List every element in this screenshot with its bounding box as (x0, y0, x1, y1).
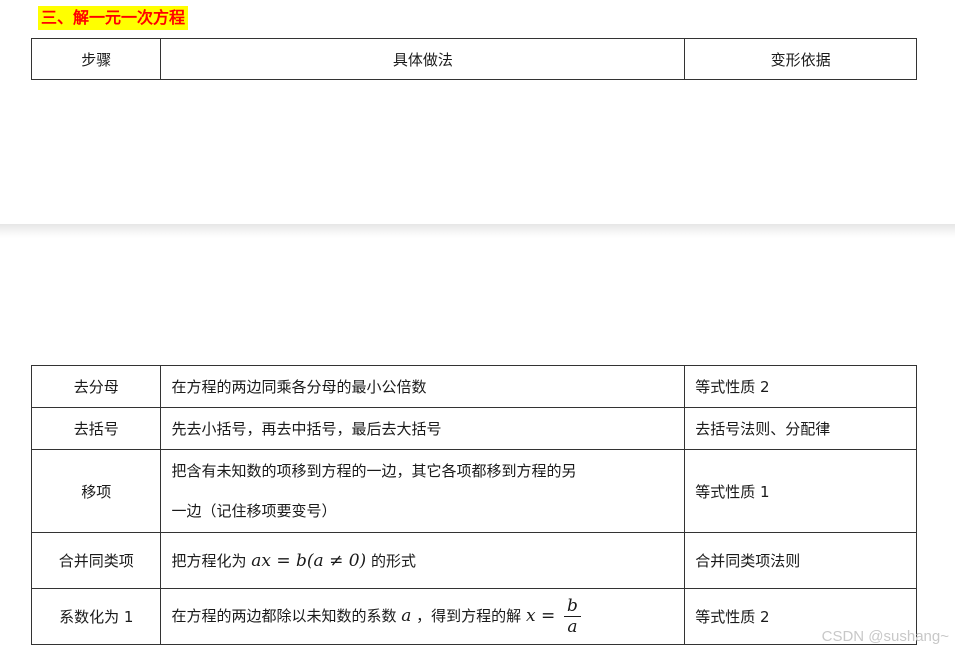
basis-cell: 合并同类项法则 (684, 532, 917, 589)
method-cell: 在方程的两边同乘各分母的最小公倍数 (160, 365, 686, 408)
coefficient-symbol: a (401, 606, 412, 626)
step-cell: 去分母 (30, 365, 162, 408)
step-cell: 移项 (30, 449, 162, 533)
basis-cell: 去括号法则、分配律 (684, 407, 917, 450)
basis-cell: 等式性质 1 (684, 449, 917, 533)
step-cell: 去括号 (30, 407, 162, 450)
method-text: ，得到方程的解 (416, 607, 522, 625)
section-heading: 三、解一元一次方程 (38, 6, 189, 30)
table-row: 去分母 在方程的两边同乘各分母的最小公倍数 等式性质 2 (30, 365, 917, 408)
fraction-numerator: b (563, 596, 581, 617)
header-method: 具体做法 (160, 38, 686, 80)
method-cell: 把含有未知数的项移到方程的一边，其它各项都移到方程的另 一边（记住移项要变号） (160, 449, 686, 533)
method-cell: 在方程的两边都除以未知数的系数 a ，得到方程的解 x = b a (160, 588, 686, 645)
table-row: 系数化为 1 在方程的两边都除以未知数的系数 a ，得到方程的解 x = b a… (30, 588, 917, 645)
header-basis: 变形依据 (684, 38, 917, 80)
method-text: 在方程的两边都除以未知数的系数 (171, 607, 397, 625)
method-cell: 先去小括号，再去中括号，最后去大括号 (160, 407, 686, 450)
table-row: 移项 把含有未知数的项移到方程的一边，其它各项都移到方程的另 一边（记住移项要变… (30, 449, 917, 533)
table-row: 去括号 先去小括号，再去中括号，最后去大括号 去括号法则、分配律 (30, 407, 917, 450)
steps-table: 去分母 在方程的两边同乘各分母的最小公倍数 等式性质 2 去括号 先去小括号，再… (30, 365, 917, 645)
method-line: 把含有未知数的项移到方程的一边，其它各项都移到方程的另 (171, 462, 577, 480)
solution-lhs: x = (525, 606, 556, 626)
equation-form: ax = b(a ≠ 0) (251, 551, 367, 571)
table-row: 合并同类项 把方程化为 ax = b(a ≠ 0) 的形式 合并同类项法则 (30, 532, 917, 589)
header-step: 步骤 (30, 38, 162, 80)
method-text: 把方程化为 (171, 552, 247, 570)
steps-table-header: 步骤 具体做法 变形依据 (30, 38, 917, 80)
step-cell: 合并同类项 (30, 532, 162, 589)
step-cell: 系数化为 1 (30, 588, 162, 645)
page-gap (0, 224, 955, 238)
solution-fraction: b a (563, 596, 581, 637)
method-text: 的形式 (370, 552, 416, 570)
method-cell: 把方程化为 ax = b(a ≠ 0) 的形式 (160, 532, 686, 589)
fraction-denominator: a (567, 617, 578, 637)
watermark: CSDN @sushang~ (821, 628, 949, 645)
method-line: 一边（记住移项要变号） (171, 502, 337, 520)
basis-cell: 等式性质 2 (684, 365, 917, 408)
